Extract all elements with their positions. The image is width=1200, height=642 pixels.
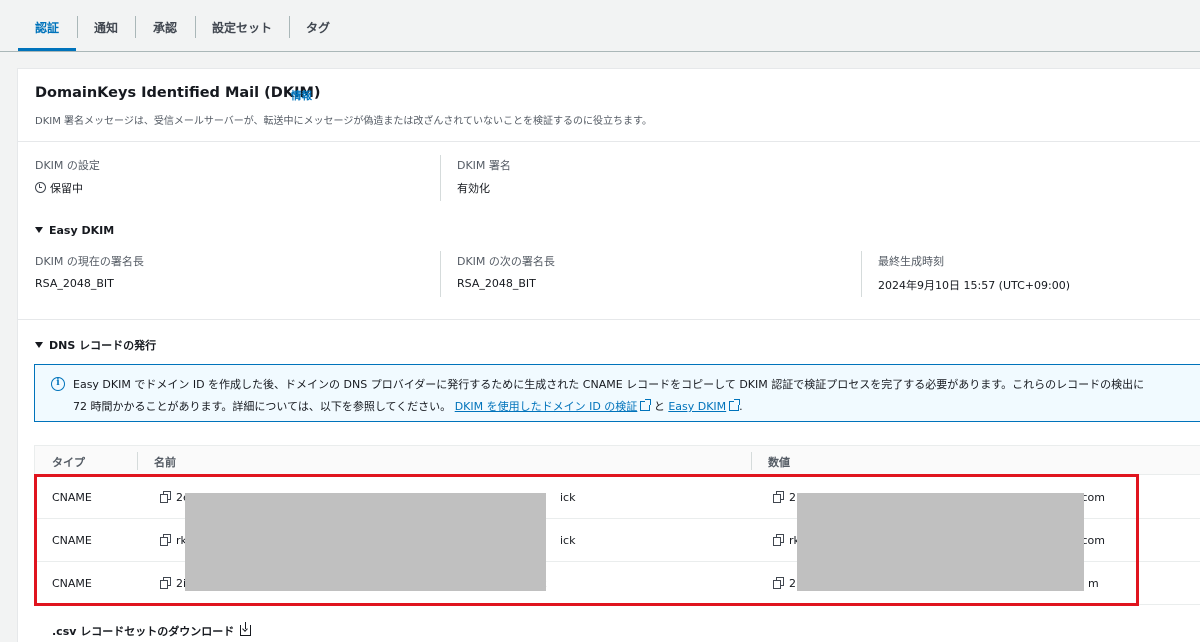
dns-records-label: DNS レコードの発行 xyxy=(49,339,157,352)
highlight-box xyxy=(34,474,1139,606)
tab-authentication[interactable]: 認証 xyxy=(18,0,76,52)
column-divider xyxy=(137,452,138,470)
easy-dkim-link[interactable]: Easy DKIM xyxy=(668,400,726,413)
verify-domain-link[interactable]: DKIM を使用したドメイン ID の検証 xyxy=(455,400,638,413)
column-header-type: タイプ xyxy=(52,456,85,469)
info-alert: i Easy DKIM でドメイン ID を作成した後、ドメインの DNS プロ… xyxy=(34,364,1200,422)
current-key-length-label: DKIM の現在の署名長 xyxy=(35,255,144,268)
caret-down-icon xyxy=(35,342,43,348)
panel-description: DKIM 署名メッセージは、受信メールサーバーが、転送中にメッセージが偽造または… xyxy=(35,116,653,127)
next-key-length-value: RSA_2048_BIT xyxy=(457,277,536,290)
tab-configuration-sets[interactable]: 設定セット xyxy=(196,0,288,52)
caret-down-icon xyxy=(35,227,43,233)
tab-authorization[interactable]: 承認 xyxy=(136,0,194,52)
external-link-icon xyxy=(640,399,652,411)
info-link[interactable]: 情報 xyxy=(291,88,312,103)
column-divider xyxy=(440,155,441,201)
easy-dkim-toggle[interactable]: Easy DKIM xyxy=(35,224,114,237)
last-generated-value: 2024年9月10日 15:57 (UTC+09:00) xyxy=(878,279,1070,292)
current-key-length-value: RSA_2048_BIT xyxy=(35,277,114,290)
next-key-length-label: DKIM の次の署名長 xyxy=(457,255,555,268)
column-header-value: 数値 xyxy=(768,456,790,469)
last-generated-label: 最終生成時刻 xyxy=(878,255,944,268)
divider xyxy=(18,319,1200,320)
column-divider xyxy=(861,251,862,297)
alert-text-line2: 72 時間かかることがあります。詳細については、以下を参照してください。 DKI… xyxy=(73,398,743,414)
alert-conjunction: と xyxy=(653,400,665,413)
dkim-signature-label: DKIM 署名 xyxy=(457,159,511,172)
active-tab-indicator xyxy=(18,48,76,51)
dkim-config-value: 保留中 xyxy=(35,180,83,196)
dkim-signature-value: 有効化 xyxy=(457,182,490,195)
dkim-config-status: 保留中 xyxy=(50,182,83,195)
table-header: タイプ 名前 数値 xyxy=(35,446,1200,475)
divider xyxy=(18,141,1200,142)
download-icon xyxy=(240,622,252,636)
column-divider xyxy=(751,452,752,470)
column-header-name: 名前 xyxy=(154,456,176,469)
tab-bar: 認証 通知 承認 設定セット タグ xyxy=(0,0,1200,52)
panel-title: DomainKeys Identified Mail (DKIM) xyxy=(35,85,321,101)
external-link-icon xyxy=(729,399,741,411)
tab-tags[interactable]: タグ xyxy=(290,0,346,52)
csv-download-label: .csv レコードセットのダウンロード xyxy=(52,625,235,638)
alert-text-prefix: 72 時間かかることがあります。詳細については、以下を参照してください。 xyxy=(73,400,452,413)
clock-icon xyxy=(35,182,46,193)
dns-records-toggle[interactable]: DNS レコードの発行 xyxy=(35,337,156,353)
column-divider xyxy=(440,251,441,297)
dkim-config-label: DKIM の設定 xyxy=(35,159,100,172)
tab-notifications[interactable]: 通知 xyxy=(78,0,134,52)
csv-download-button[interactable]: .csv レコードセットのダウンロード xyxy=(52,622,252,639)
alert-text-line1: Easy DKIM でドメイン ID を作成した後、ドメインの DNS プロバイ… xyxy=(73,378,1145,391)
easy-dkim-label: Easy DKIM xyxy=(49,224,115,237)
info-icon: i xyxy=(51,377,65,391)
